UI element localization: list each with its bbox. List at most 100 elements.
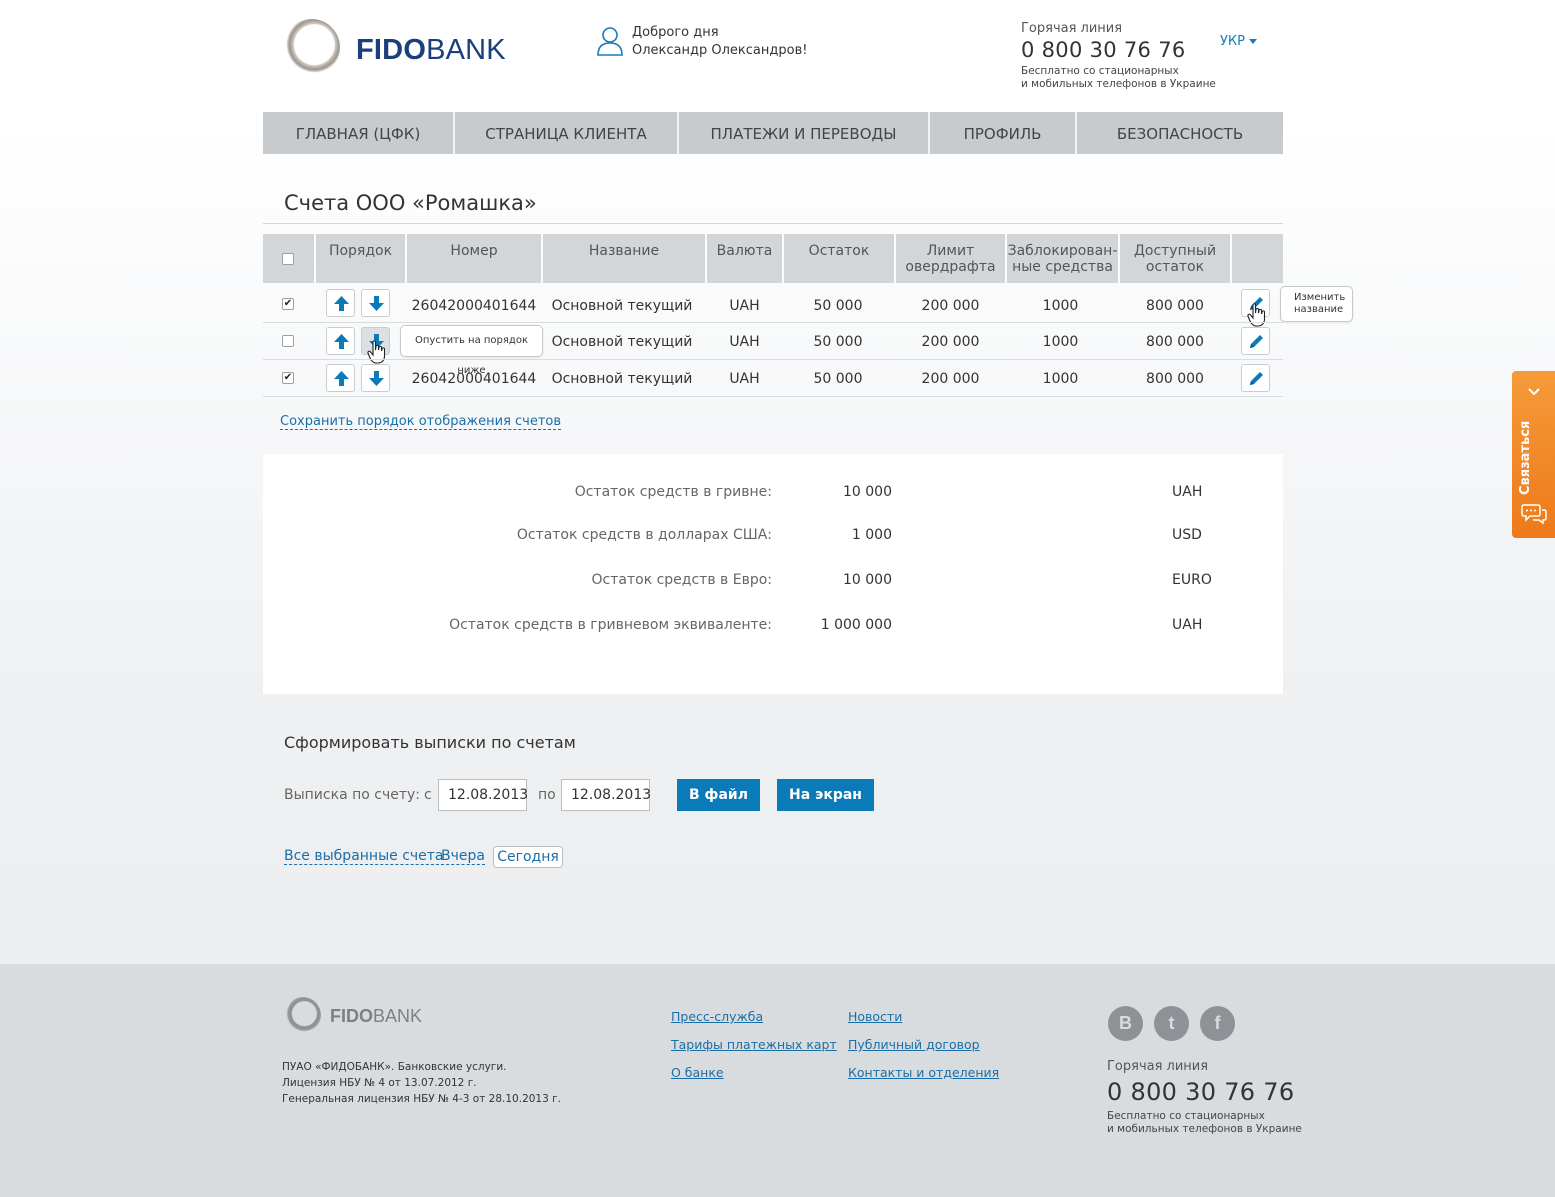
hotline-note-line2: и мобильных телефонов в Украине xyxy=(1021,78,1216,90)
footer-hotline-note: Бесплатно со стационарных и мобильных те… xyxy=(1107,1110,1302,1136)
header-available: Доступный остаток xyxy=(1120,234,1230,283)
statement-label: Выписка по счету: xyxy=(284,787,421,803)
header-order: Порядок xyxy=(316,234,405,283)
user-name: Олександр Олександров! xyxy=(632,43,808,58)
account-blocked: 1000 xyxy=(1042,334,1079,350)
header-balance: Остаток xyxy=(784,234,894,283)
to-file-button[interactable]: В файл xyxy=(677,779,760,811)
account-available: 800 000 xyxy=(1146,298,1204,314)
language-label: УКР xyxy=(1220,34,1245,49)
footer-link-public-contract[interactable]: Публичный договор xyxy=(848,1037,980,1052)
rename-button[interactable] xyxy=(1241,364,1270,392)
header-select-cell xyxy=(263,234,314,283)
header-currency: Валюта xyxy=(707,234,782,283)
vk-icon[interactable]: В xyxy=(1108,1006,1143,1041)
move-up-button[interactable] xyxy=(326,364,355,392)
date-to-input[interactable]: 12.08.2013 xyxy=(561,779,651,811)
today-link[interactable]: Сегодня xyxy=(493,846,563,868)
footer-hotline-note-line1: Бесплатно со стационарных xyxy=(1107,1110,1265,1122)
row-checkbox[interactable]: ✔ xyxy=(282,298,294,310)
footer xyxy=(0,964,1555,1197)
balance-label: Остаток средств в гривне: xyxy=(574,484,772,500)
nav-item-payments[interactable]: ПЛАТЕЖИ И ПЕРЕВОДЫ xyxy=(679,112,930,154)
greeting: Доброго дня Олександр Олександров! xyxy=(632,24,807,60)
row-checkbox[interactable]: ✔ xyxy=(282,372,294,384)
balance-currency: USD xyxy=(1172,527,1202,543)
row-checkbox[interactable] xyxy=(282,335,294,347)
nav-item-profile[interactable]: ПРОФИЛЬ xyxy=(930,112,1077,154)
hotline-note: Бесплатно со стационарных и мобильных те… xyxy=(1021,65,1221,91)
header-overdraft-line1: Лимит xyxy=(926,243,975,259)
fidobank-logo-text[interactable]: FIDOBANK xyxy=(356,34,506,67)
save-order-link[interactable]: Сохранить порядок отображения счетов xyxy=(280,415,562,430)
header-name: Название xyxy=(543,234,705,283)
balance-label: Остаток средств в гривневом эквиваленте: xyxy=(449,617,772,633)
rename-tooltip-line1: Изменить xyxy=(1294,292,1346,303)
balance-label: Остаток средств в долларах США: xyxy=(516,527,772,543)
rename-tooltip: Изменить название xyxy=(1280,286,1353,322)
arrow-up-icon xyxy=(334,296,349,311)
arrow-down-icon xyxy=(369,371,384,386)
footer-legal-line1: ПУАО «ФИДОБАНК». Банковские услуги. xyxy=(282,1061,507,1073)
footer-link-contacts[interactable]: Контакты и отделения xyxy=(848,1065,999,1080)
from-label: с xyxy=(424,787,432,803)
header-overdraft-line2: овердрафта xyxy=(905,259,996,275)
to-screen-button[interactable]: На экран xyxy=(777,779,874,811)
arrow-up-icon xyxy=(334,334,349,349)
move-down-button[interactable] xyxy=(361,289,390,317)
pencil-icon xyxy=(1250,335,1263,348)
footer-hotline-note-line2: и мобильных телефонов в Украине xyxy=(1107,1123,1302,1135)
rename-button[interactable] xyxy=(1241,327,1270,355)
account-name: Основной текущий xyxy=(551,334,693,350)
nav-item-security[interactable]: БЕЗОПАСНОСТЬ xyxy=(1077,112,1283,154)
hand-cursor-icon xyxy=(367,340,386,364)
balance-label: Остаток средств в Евро: xyxy=(591,572,772,588)
main-nav: ГЛАВНАЯ (ЦФК) СТРАНИЦА КЛИЕНТА ПЛАТЕЖИ И… xyxy=(263,112,1283,154)
statements-title: Сформировать выписки по счетам xyxy=(284,733,576,752)
language-selector[interactable]: УКР xyxy=(1220,34,1257,49)
yesterday-link[interactable]: Вчера xyxy=(441,849,485,865)
balance-currency: EURO xyxy=(1172,572,1212,588)
account-blocked: 1000 xyxy=(1042,298,1079,314)
account-overdraft: 200 000 xyxy=(921,371,980,387)
fidobank-footer-logo-icon[interactable] xyxy=(284,997,321,1034)
footer-link-card-tariffs[interactable]: Тарифы платежных карт xyxy=(671,1037,837,1052)
balance-value: 10 000 xyxy=(843,484,892,500)
arrow-down-icon xyxy=(369,296,384,311)
nav-item-home[interactable]: ГЛАВНАЯ (ЦФК) xyxy=(263,112,455,154)
to-label: по xyxy=(538,787,556,803)
pencil-icon xyxy=(1250,372,1263,385)
header-available-line2: остаток xyxy=(1145,259,1205,275)
user-icon xyxy=(597,27,623,56)
footer-link-news[interactable]: Новости xyxy=(848,1009,902,1024)
account-number: 26042000401644 xyxy=(411,298,537,314)
date-from-input[interactable]: 12.08.2013 xyxy=(438,779,528,811)
move-up-button[interactable] xyxy=(326,289,355,317)
account-name: Основной текущий xyxy=(551,298,693,314)
fidobank-footer-logo-text[interactable]: FIDOBANK xyxy=(330,1006,422,1027)
header-actions xyxy=(1232,234,1283,283)
page-title: Счета ООО «Ромашка» xyxy=(284,191,537,215)
hotline-note-line1: Бесплатно со стационарных xyxy=(1021,65,1179,77)
move-down-button[interactable] xyxy=(361,364,390,392)
twitter-icon[interactable]: t xyxy=(1154,1006,1189,1041)
footer-hotline-phone: 0 800 30 76 76 xyxy=(1107,1078,1295,1106)
contact-side-tab[interactable]: Связаться xyxy=(1512,371,1555,538)
footer-link-press[interactable]: Пресс-служба xyxy=(671,1009,763,1024)
select-all-checkbox[interactable] xyxy=(282,253,294,265)
move-up-button[interactable] xyxy=(326,327,355,355)
header-overdraft: Лимит овердрафта xyxy=(896,234,1005,283)
footer-link-about[interactable]: О банке xyxy=(671,1065,724,1080)
header-blocked-line1: Заблокирован- xyxy=(1007,243,1118,259)
account-currency: UAH xyxy=(729,371,760,387)
facebook-icon[interactable]: f xyxy=(1200,1006,1235,1041)
rename-tooltip-line2: название xyxy=(1294,304,1344,315)
row-divider xyxy=(263,359,1283,360)
fidobank-logo-icon[interactable] xyxy=(283,19,340,76)
account-number: 26042000401644 xyxy=(411,371,537,387)
header-blocked: Заблокирован- ные средства xyxy=(1007,234,1118,283)
footer-hotline-label: Горячая линия xyxy=(1107,1059,1209,1074)
all-selected-accounts-link[interactable]: Все выбранные счета xyxy=(284,849,444,865)
nav-item-client-page[interactable]: СТРАНИЦА КЛИЕНТА xyxy=(455,112,679,154)
account-overdraft: 200 000 xyxy=(921,334,980,350)
